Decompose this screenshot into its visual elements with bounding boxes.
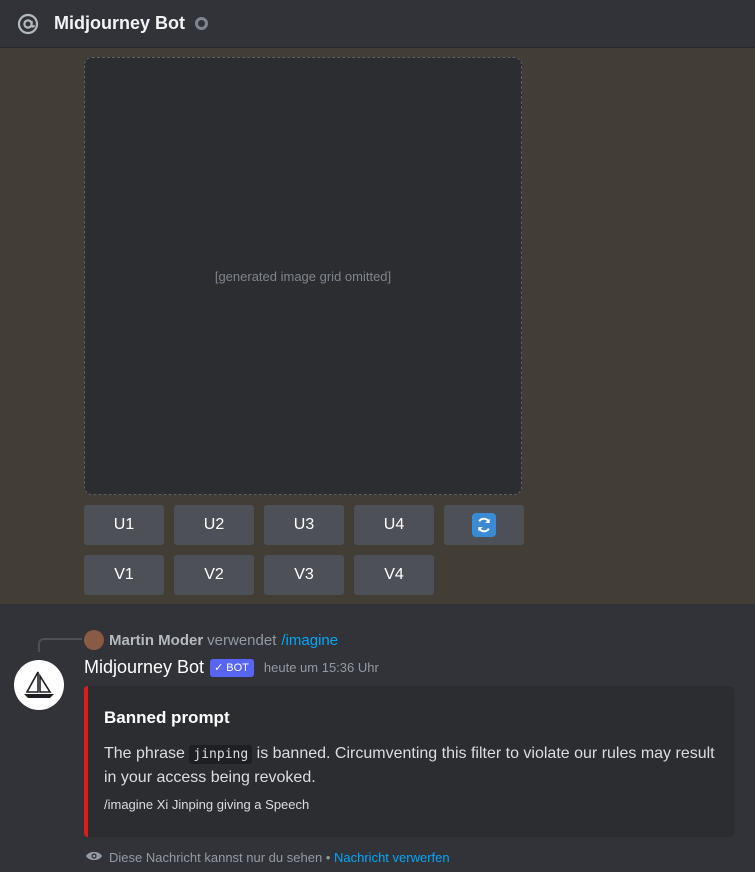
embed-desc-before: The phrase xyxy=(104,745,190,762)
reply-connector xyxy=(38,638,82,652)
ephemeral-notice: Diese Nachricht kannst nur du sehen • Na… xyxy=(85,850,450,865)
message-author[interactable]: Midjourney Bot xyxy=(84,657,204,678)
variation-button-4[interactable]: V4 xyxy=(354,555,434,595)
variation-button-1[interactable]: V1 xyxy=(84,555,164,595)
replied-user-avatar[interactable] xyxy=(84,630,104,650)
variation-button-3[interactable]: V3 xyxy=(264,555,344,595)
channel-title: Midjourney Bot xyxy=(54,13,185,33)
message-timestamp: heute um 15:36 Uhr xyxy=(263,660,379,675)
dismiss-message-link[interactable]: Nachricht verwerfen xyxy=(334,850,450,865)
reply-command[interactable]: /imagine xyxy=(281,632,338,649)
upscale-button-4[interactable]: U4 xyxy=(354,505,434,545)
channel-header: Midjourney Bot xyxy=(0,0,755,48)
reply-context[interactable]: Martin Moder verwendet /imagine xyxy=(84,630,338,650)
replied-user-name[interactable]: Martin Moder xyxy=(109,632,203,649)
ephemeral-separator: • xyxy=(325,850,331,865)
sailboat-icon xyxy=(24,671,54,698)
eye-icon xyxy=(85,850,103,865)
bot-badge: ✓ BOT xyxy=(210,658,254,677)
reroll-button[interactable] xyxy=(444,505,524,545)
bot-badge-label: BOT xyxy=(226,661,249,674)
embed-footer: /imagine Xi Jinping giving a Speech xyxy=(104,797,310,812)
upscale-button-2[interactable]: U2 xyxy=(174,505,254,545)
upscale-button-3[interactable]: U3 xyxy=(264,505,344,545)
bot-avatar[interactable] xyxy=(14,660,64,710)
refresh-icon xyxy=(472,513,496,537)
image-placeholder-text: [generated image grid omitted] xyxy=(214,268,392,284)
image-grid-placeholder[interactable]: [generated image grid omitted] xyxy=(84,57,522,495)
ephemeral-label: Diese Nachricht kannst nur du sehen xyxy=(109,850,323,865)
message-header: Midjourney Bot ✓ BOT heute um 15:36 Uhr xyxy=(84,657,379,678)
at-icon xyxy=(16,12,40,36)
variation-button-2[interactable]: V2 xyxy=(174,555,254,595)
offline-status-icon xyxy=(195,17,208,30)
verified-check-icon: ✓ xyxy=(214,662,224,674)
embed-title: Banned prompt xyxy=(104,708,230,727)
reply-verb: verwendet xyxy=(207,631,277,649)
banned-prompt-embed: Banned prompt The phrase jinping is bann… xyxy=(84,686,734,837)
embed-code: jinping xyxy=(189,745,253,764)
ephemeral-text: Diese Nachricht kannst nur du sehen • Na… xyxy=(109,850,450,865)
upscale-button-1[interactable]: U1 xyxy=(84,505,164,545)
embed-description: The phrase jinping is banned. Circumvent… xyxy=(104,742,718,789)
